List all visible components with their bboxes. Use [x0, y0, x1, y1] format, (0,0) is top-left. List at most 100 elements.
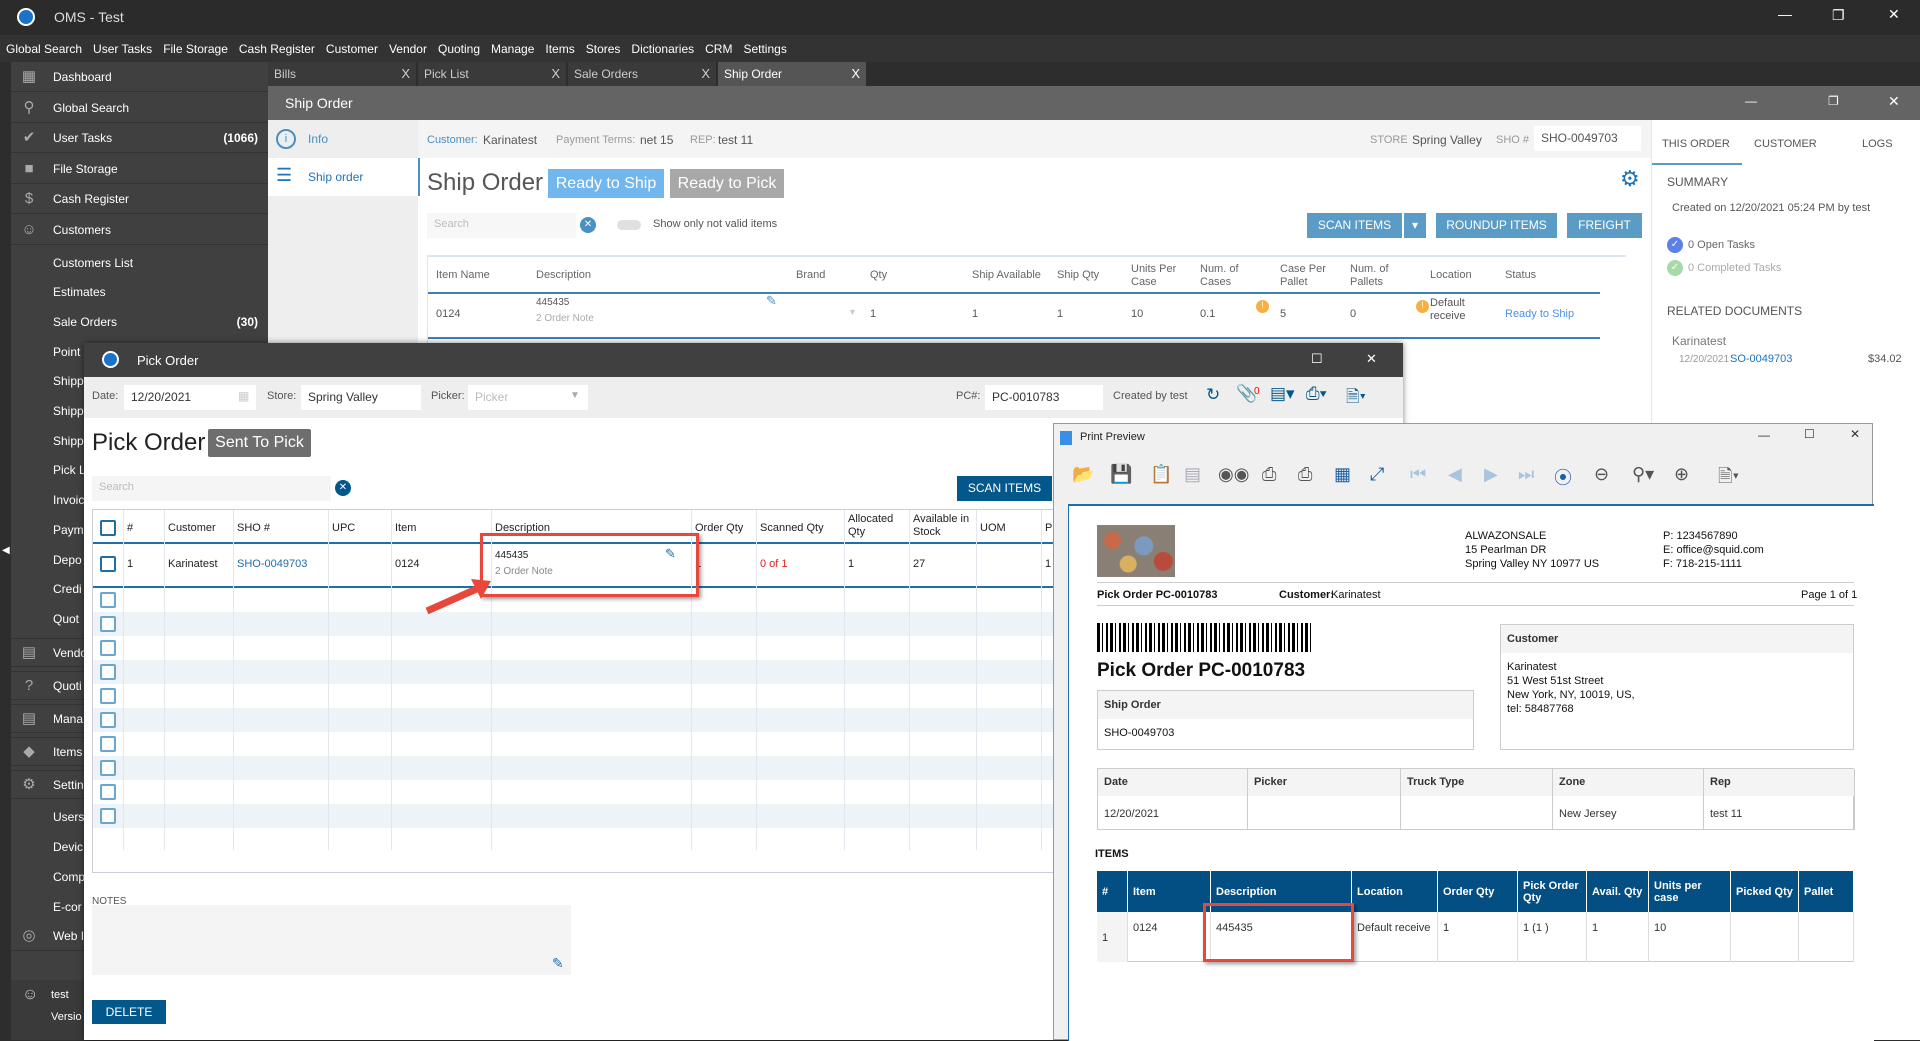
- tab-ship-order[interactable]: Ship Order X: [718, 62, 866, 86]
- menu-item[interactable]: CRM: [705, 42, 732, 56]
- freight-button[interactable]: FREIGHT: [1567, 213, 1642, 238]
- window-restore-button[interactable]: ❐: [1828, 94, 1839, 108]
- column-header[interactable]: Item: [395, 522, 489, 535]
- related-doc-link[interactable]: SO-0049703: [1730, 353, 1792, 365]
- previous-page-icon[interactable]: ◀: [1448, 464, 1462, 485]
- pv-minimize-button[interactable]: —: [1758, 428, 1770, 442]
- tab-this-order[interactable]: THIS ORDER: [1662, 138, 1730, 150]
- sidebar-item[interactable]: ■ File Storage: [11, 155, 268, 184]
- select-all-checkbox[interactable]: [100, 520, 116, 536]
- column-header[interactable]: Qty: [870, 269, 962, 282]
- menu-item[interactable]: Global Search: [6, 42, 82, 56]
- sidebar-subitem[interactable]: Estimates: [11, 278, 268, 307]
- row-checkbox[interactable]: [100, 640, 116, 656]
- pv-maximize-button[interactable]: ☐: [1804, 427, 1815, 441]
- menu-item[interactable]: Customer: [326, 42, 378, 56]
- edit-pencil-icon[interactable]: ✎: [766, 293, 777, 309]
- completed-tasks[interactable]: 0 Completed Tasks: [1688, 262, 1781, 274]
- document-list-icon[interactable]: ▤▾: [1270, 384, 1295, 404]
- valid-items-toggle[interactable]: [617, 220, 641, 230]
- scan-items-dropdown[interactable]: ▾: [1404, 213, 1426, 238]
- print-icon[interactable]: ⎙: [1262, 464, 1276, 485]
- export-document-icon[interactable]: 🗎▾: [1718, 464, 1739, 494]
- row-checkbox[interactable]: [100, 592, 116, 608]
- date-field[interactable]: 12/20/2021: [124, 385, 256, 410]
- sidebar-item[interactable]: ▦ Dashboard: [11, 63, 268, 92]
- column-header[interactable]: Ship Qty: [1057, 269, 1121, 282]
- page-setup-icon[interactable]: ▦: [1334, 464, 1351, 485]
- tab-close-icon[interactable]: X: [851, 66, 860, 81]
- brand-dropdown-icon[interactable]: ▼: [848, 307, 857, 317]
- export-icon[interactable]: 🗎▾: [1346, 384, 1366, 413]
- quick-print-icon[interactable]: ⎙: [1298, 464, 1312, 485]
- clear-search-icon[interactable]: ✕: [580, 217, 596, 233]
- next-page-icon[interactable]: ▶: [1484, 464, 1498, 485]
- column-header[interactable]: SHO #: [237, 522, 326, 535]
- tab-customer[interactable]: CUSTOMER: [1754, 138, 1817, 150]
- nav-ship-order[interactable]: ☰ Ship order: [268, 158, 420, 196]
- menu-item[interactable]: Quoting: [438, 42, 480, 56]
- edit-notes-icon[interactable]: ✎: [552, 955, 564, 972]
- menu-item[interactable]: Cash Register: [239, 42, 315, 56]
- sidebar-subitem[interactable]: Customers List: [11, 248, 268, 277]
- row-checkbox[interactable]: [100, 712, 116, 728]
- open-tasks[interactable]: 0 Open Tasks: [1688, 239, 1755, 251]
- calendar-icon[interactable]: ▦: [238, 389, 249, 403]
- zoom-icon[interactable]: ⚲▾: [1632, 464, 1654, 485]
- tab-pick-list[interactable]: Pick List X: [418, 62, 566, 86]
- sidebar-item[interactable]: $ Cash Register: [11, 185, 268, 214]
- column-header[interactable]: Brand: [796, 269, 860, 282]
- column-header[interactable]: Scanned Qty: [760, 522, 842, 535]
- column-header[interactable]: UOM: [980, 522, 1039, 535]
- search-input[interactable]: Search: [427, 213, 576, 238]
- column-header[interactable]: Description: [536, 269, 786, 282]
- menu-item[interactable]: Stores: [586, 42, 621, 56]
- pick-scan-items-button[interactable]: SCAN ITEMS: [957, 476, 1052, 501]
- row-checkbox[interactable]: [100, 808, 116, 824]
- pc-field[interactable]: PC-0010783: [985, 385, 1103, 410]
- row-checkbox[interactable]: [100, 760, 116, 776]
- pick-search-input[interactable]: Search: [92, 476, 331, 501]
- column-header[interactable]: Ship Available: [972, 269, 1047, 282]
- editor-icon[interactable]: ▤: [1184, 464, 1201, 485]
- column-header[interactable]: Num. of Cases: [1200, 263, 1270, 289]
- column-header[interactable]: Case Per Pallet: [1280, 263, 1340, 289]
- menu-item[interactable]: Settings: [743, 42, 786, 56]
- tab-sale-orders[interactable]: Sale Orders X: [568, 62, 716, 86]
- pick-close-button[interactable]: ✕: [1366, 351, 1377, 367]
- row-checkbox[interactable]: [100, 616, 116, 632]
- close-button[interactable]: ✕: [1888, 6, 1900, 23]
- menu-item[interactable]: Items: [545, 42, 574, 56]
- roundup-items-button[interactable]: ROUNDUP ITEMS: [1436, 213, 1557, 238]
- column-header[interactable]: Item Name: [436, 269, 526, 282]
- tab-close-icon[interactable]: X: [701, 66, 710, 81]
- tab-close-icon[interactable]: X: [551, 66, 560, 81]
- zoom-in-icon[interactable]: ⊕: [1674, 464, 1689, 485]
- column-header[interactable]: Order Qty: [695, 522, 754, 535]
- open-folder-icon[interactable]: 📂: [1072, 464, 1094, 485]
- sho-field[interactable]: SHO-0049703: [1534, 126, 1641, 151]
- sidebar-item[interactable]: ⚲ Global Search: [11, 94, 268, 123]
- find-binoculars-icon[interactable]: ◉◉: [1218, 464, 1249, 485]
- row-checkbox[interactable]: [100, 736, 116, 752]
- column-header[interactable]: UPC: [332, 522, 389, 535]
- row-checkbox[interactable]: [100, 664, 116, 680]
- scale-icon[interactable]: ⤢: [1370, 464, 1384, 485]
- save-icon[interactable]: 💾: [1110, 464, 1132, 485]
- column-header[interactable]: Location: [1430, 269, 1495, 282]
- first-page-icon[interactable]: ⏮: [1410, 464, 1426, 485]
- pick-maximize-button[interactable]: ☐: [1311, 351, 1323, 367]
- collapse-arrow-icon[interactable]: ◀: [2, 545, 10, 556]
- menu-item[interactable]: Manage: [491, 42, 534, 56]
- pv-close-button[interactable]: ✕: [1850, 427, 1860, 441]
- column-header[interactable]: Customer: [168, 522, 231, 535]
- store-field[interactable]: Spring Valley: [301, 385, 421, 410]
- row-checkbox[interactable]: [100, 688, 116, 704]
- sidebar-item[interactable]: ✔ User Tasks (1066): [11, 124, 268, 153]
- menu-item[interactable]: User Tasks: [93, 42, 152, 56]
- tab-logs[interactable]: LOGS: [1862, 138, 1893, 150]
- column-header[interactable]: Available in Stock: [913, 513, 974, 539]
- notes-textarea[interactable]: [92, 905, 571, 975]
- minimize-button[interactable]: —: [1778, 6, 1792, 22]
- settings-gear-icon[interactable]: ⚙: [1620, 166, 1640, 192]
